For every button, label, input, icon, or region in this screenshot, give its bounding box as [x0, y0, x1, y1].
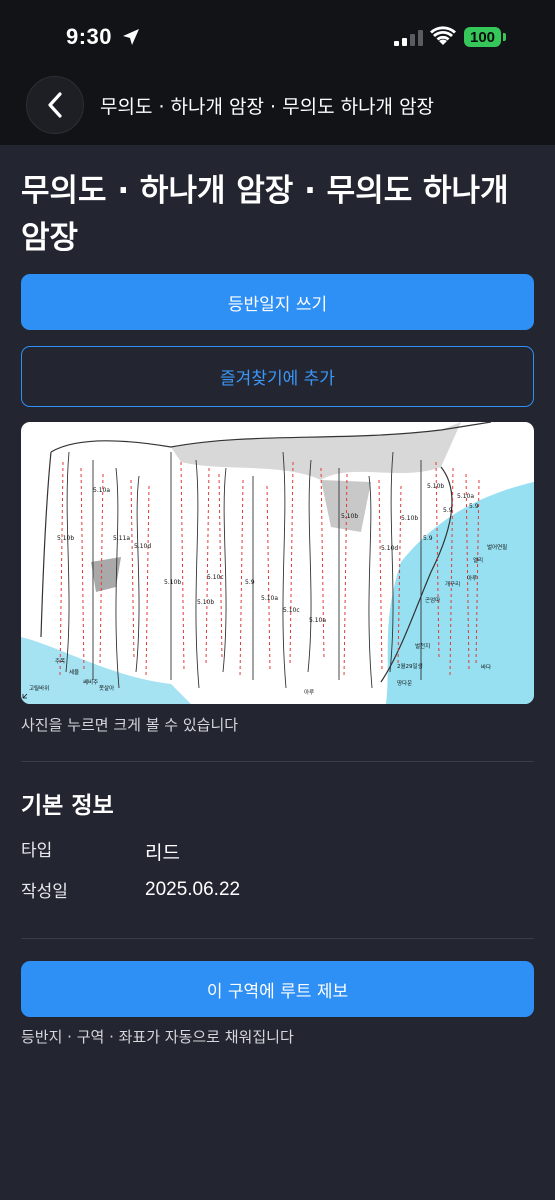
battery-indicator: 100	[464, 27, 501, 47]
rock-crack	[222, 467, 227, 673]
route-grade-label: 5.10b	[401, 515, 418, 522]
route-grade-label: 5.11a	[113, 535, 130, 542]
rock-crack	[307, 459, 312, 673]
route-grade-label: 5.10d	[381, 545, 398, 552]
route-line	[180, 461, 185, 672]
route-line	[266, 485, 271, 672]
rock-crack	[368, 475, 373, 689]
route-line	[239, 479, 244, 678]
route-line	[205, 467, 210, 666]
route-name-label: 벌어연필	[487, 543, 507, 551]
route-line	[59, 461, 64, 678]
route-grade-label: 5.10b	[57, 535, 74, 542]
autofill-note: 등반지 · 구역 · 좌표가 자동으로 채워집니다	[21, 1028, 294, 1046]
write-climbing-log-label: 등반일지 쓰기	[227, 294, 328, 315]
route-grade-label: 5.10b	[197, 599, 214, 606]
route-name-label: 쎄비주	[83, 678, 98, 686]
location-arrow-icon	[123, 29, 139, 45]
route-name-label: 주목	[55, 658, 65, 665]
route-line	[378, 479, 383, 672]
add-favorite-button[interactable]: 즐겨찾기에 추가	[21, 346, 534, 407]
rock-crack	[195, 459, 200, 689]
route-name-label: 바다	[481, 663, 491, 671]
route-line	[80, 467, 85, 672]
add-favorite-label: 즐겨찾기에 추가	[220, 369, 335, 389]
route-name-label: 고릴바위	[29, 684, 49, 692]
route-name-label: 세울	[69, 668, 79, 676]
route-name-label: 벌천지	[415, 642, 430, 650]
route-grade-label: 5.10a	[93, 487, 110, 494]
submit-route-label: 이 구역에 루트 제보	[206, 981, 349, 1002]
status-bar: 9:30 100	[0, 0, 555, 72]
status-time: 9:30	[66, 24, 113, 49]
route-grade-label: 5.10a	[457, 493, 474, 500]
route-line	[130, 479, 135, 660]
route-grade-label: 5.10c	[283, 607, 300, 614]
route-grade-label: 5.9	[443, 507, 453, 514]
route-grade-label: 5.9	[245, 579, 255, 586]
route-name-label: 개구리	[445, 580, 460, 588]
rock-crack	[65, 451, 70, 673]
battery-cap	[503, 33, 506, 41]
route-grade-label: 5.9	[469, 503, 479, 510]
route-grade-label: 5.10b	[427, 483, 444, 490]
route-grade-label: 5.10a	[261, 595, 278, 602]
route-grade-label: 5.10b	[164, 579, 181, 586]
route-line	[218, 473, 223, 660]
route-name-label: 못살아	[99, 684, 114, 692]
route-grade-label: 5.10c	[207, 574, 224, 581]
chevron-left-icon	[48, 92, 62, 118]
navigation-bar: 무의도 · 하나개 암장 · 무의도 하나개 암장	[0, 72, 555, 145]
rock-crack	[135, 475, 140, 673]
write-climbing-log-button[interactable]: 등반일지 쓰기	[21, 274, 534, 330]
divider	[21, 761, 534, 762]
sea-left	[21, 637, 191, 704]
page-title: 무의도 · 하나개 암장 · 무의도 하나개 암장	[21, 173, 509, 256]
route-line	[289, 461, 294, 666]
topo-image[interactable]: 5.10b 5.10a 5.11a 5.10d 5.10b 5.10b 5.10c 5.9 5.…	[21, 422, 534, 704]
battery-level: 100	[469, 28, 496, 46]
rock-crack	[282, 451, 287, 689]
route-grade-label: 5.10a	[309, 617, 326, 624]
topo-caption: 사진을 누르면 크게 볼 수 있습니다	[21, 716, 239, 734]
route-name-label: 아루	[304, 688, 314, 696]
route-name-label: 땅다운	[397, 679, 412, 687]
info-value-date: 2025.06.22	[145, 879, 241, 900]
route-grade-label: 5.9	[423, 535, 433, 542]
route-name-label: 2월29일생	[397, 662, 423, 670]
route-name-label: 곤엄마	[425, 596, 440, 604]
nav-title: 무의도 · 하나개 암장 · 무의도 하나개 암장	[100, 96, 435, 118]
route-name-label: 아루	[467, 574, 477, 582]
route-grade-label: 5.10b	[341, 513, 358, 520]
submit-route-button[interactable]: 이 구역에 루트 제보	[21, 961, 534, 1017]
divider	[21, 938, 534, 939]
back-button[interactable]	[26, 76, 84, 134]
wifi-icon	[430, 26, 456, 45]
route-line	[320, 467, 325, 660]
route-grade-label: 5.10d	[134, 543, 151, 550]
info-label-type: 타입	[21, 841, 53, 861]
section-title-basic-info: 기본 정보	[21, 793, 114, 819]
info-value-type: 리드	[145, 843, 180, 864]
roof-shade	[171, 422, 461, 480]
crag-topo-drawing: 5.10b 5.10a 5.11a 5.10d 5.10b 5.10b 5.10c 5.9 5.…	[21, 422, 534, 704]
route-line	[145, 485, 150, 678]
cellular-signal-icon	[394, 30, 423, 46]
info-label-date: 작성일	[21, 882, 68, 902]
route-name-label: 엘리	[473, 556, 483, 564]
